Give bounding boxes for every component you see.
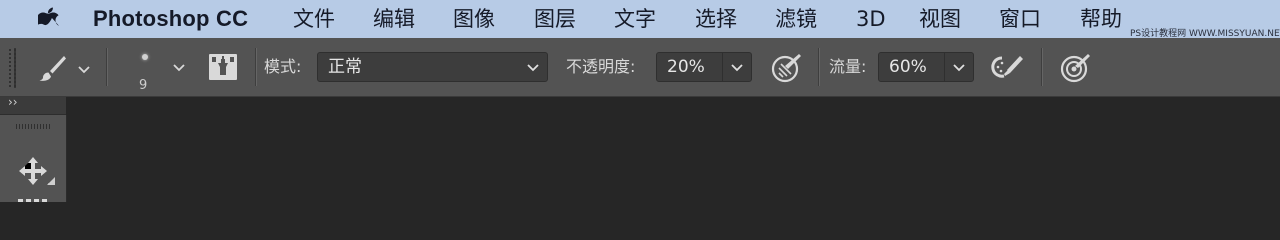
mode-select[interactable]: 正常 (317, 52, 548, 82)
menu-select[interactable]: 选择 (695, 6, 737, 32)
divider (818, 48, 819, 86)
menu-edit[interactable]: 编辑 (373, 6, 415, 32)
brush-tip-preview-icon[interactable] (142, 54, 148, 60)
move-tool-icon[interactable] (18, 155, 50, 187)
flow-label: 流量: (829, 57, 867, 76)
document-canvas-area[interactable] (67, 97, 1280, 202)
flow-input[interactable]: 60% (878, 52, 974, 82)
options-bar-grip-inner (14, 48, 16, 88)
pressure-opacity-icon[interactable] (770, 52, 802, 84)
menu-3d[interactable]: 3D (856, 6, 886, 32)
apple-logo-icon[interactable] (38, 7, 60, 31)
options-bar-grip[interactable] (8, 48, 12, 88)
airbrush-icon[interactable] (990, 52, 1026, 82)
menu-file[interactable]: 文件 (293, 6, 335, 32)
tools-panel-grip[interactable] (16, 124, 50, 129)
next-tool-partial-icon[interactable] (18, 199, 48, 202)
brush-picker-chevron-down-icon[interactable] (173, 64, 185, 72)
brush-size-value: 9 (139, 78, 148, 93)
brush-panel-toggle-icon[interactable] (208, 53, 238, 81)
flow-value: 60% (889, 57, 927, 77)
app-name-menu[interactable]: Photoshop CC (93, 6, 248, 32)
menu-type[interactable]: 文字 (614, 6, 656, 32)
divider (1041, 48, 1042, 86)
menu-view[interactable]: 视图 (919, 6, 961, 32)
opacity-input[interactable]: 20% (656, 52, 752, 82)
pressure-size-icon[interactable] (1059, 52, 1091, 84)
divider (106, 48, 107, 86)
opacity-label: 不透明度: (566, 57, 636, 76)
mode-chevron-down-icon (527, 64, 539, 72)
opacity-value: 20% (667, 57, 705, 77)
opacity-dropdown[interactable] (722, 53, 751, 81)
mode-select-value: 正常 (328, 57, 362, 77)
tool-flyout-indicator-icon (47, 177, 55, 185)
flow-dropdown[interactable] (944, 53, 973, 81)
tool-preset-chevron-down-icon[interactable] (78, 66, 90, 74)
mode-label: 模式: (264, 57, 302, 76)
menu-image[interactable]: 图像 (453, 6, 495, 32)
menu-window[interactable]: 窗口 (999, 6, 1041, 32)
tools-panel (0, 115, 67, 202)
menu-help[interactable]: 帮助 (1080, 6, 1122, 32)
options-bar: 9 模式: 正常 不透明度: 20% 流量: 60% (0, 38, 1280, 97)
toolbar-expand-toggle[interactable]: ›› (8, 95, 18, 109)
flow-chevron-down-icon (953, 64, 965, 72)
brush-icon[interactable] (36, 53, 68, 83)
menu-bar: Photoshop CC 文件 编辑 图像 图层 文字 选择 滤镜 3D 视图 … (0, 0, 1280, 39)
menu-filter[interactable]: 滤镜 (775, 6, 817, 32)
menu-layer[interactable]: 图层 (534, 6, 576, 32)
opacity-chevron-down-icon (731, 64, 743, 72)
toolbar-header: ›› (0, 95, 66, 115)
divider (255, 48, 256, 86)
